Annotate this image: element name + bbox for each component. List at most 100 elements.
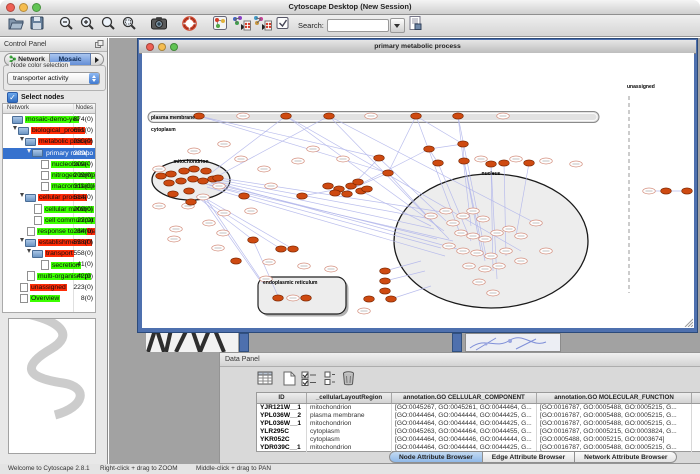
node[interactable] — [186, 199, 197, 205]
resize-grip-icon[interactable] — [683, 317, 693, 327]
minimize-icon[interactable] — [158, 43, 166, 51]
birds-eye-view[interactable] — [8, 318, 96, 454]
zoom-out-button[interactable] — [56, 16, 77, 36]
attribute-table-button[interactable] — [256, 369, 274, 387]
table-row-ypl036w__2[interactable]: YPL036W__2plasma membrane[GO:0044464, GO… — [257, 412, 700, 420]
background-window-edge[interactable] — [452, 333, 462, 352]
tree-row-biological-process[interactable]: biological_process651(0) — [3, 125, 95, 136]
node[interactable] — [661, 188, 672, 194]
zoom-in-button[interactable] — [77, 16, 98, 36]
table-row-ypl036w__1[interactable]: YPL036W__1mitochondrion[GO:0044464, GO:0… — [257, 420, 700, 428]
node[interactable] — [194, 113, 205, 119]
save-button[interactable] — [26, 16, 47, 36]
tree-row-primary-metabo[interactable]: primary metabo209(... — [3, 148, 95, 159]
node[interactable] — [323, 183, 334, 189]
node[interactable] — [380, 268, 391, 274]
node[interactable] — [459, 158, 470, 164]
table-row-ylr295c[interactable]: YLR295Ccytoplasm[GO:0045263, GO:0044464,… — [257, 428, 700, 436]
node[interactable] — [380, 278, 391, 284]
node[interactable] — [156, 173, 167, 179]
node[interactable] — [166, 171, 177, 177]
filter-button[interactable] — [272, 16, 293, 36]
node[interactable] — [362, 186, 373, 192]
node[interactable] — [301, 295, 312, 301]
tree-row-establishment-of-lo[interactable]: establishment of lo558(0) — [3, 237, 95, 248]
column-header[interactable]: annotation.GO MOLECULAR_FUNCTION — [537, 393, 692, 403]
unselect-attributes-button[interactable] — [321, 369, 339, 387]
tree-row-unassigned[interactable]: unassigned223(0) — [3, 282, 95, 293]
node[interactable] — [353, 179, 364, 185]
node[interactable] — [273, 295, 284, 301]
search-dropdown-button[interactable] — [390, 18, 405, 33]
table-row-ykr052c[interactable]: YKR052Ccytoplasm[GO:0044464, GO:0044446,… — [257, 436, 700, 444]
node[interactable] — [168, 191, 179, 197]
close-icon[interactable] — [146, 43, 154, 51]
attribute-table-header[interactable]: ID_cellularLayoutRegionannotation.GO CEL… — [257, 393, 700, 404]
node[interactable] — [164, 180, 175, 186]
float-panel-icon[interactable] — [95, 40, 104, 53]
zoom-window-icon[interactable] — [32, 3, 41, 12]
node[interactable] — [424, 146, 435, 152]
node[interactable] — [198, 178, 209, 184]
import-annotation-button[interactable] — [251, 16, 272, 36]
node[interactable] — [189, 166, 200, 172]
tree-row-multi-organism-pro[interactable]: multi-organism pro42(0) — [3, 271, 95, 282]
tree-row-macromolecule[interactable]: macromolecule311(0) — [3, 181, 95, 192]
search-input[interactable] — [327, 19, 389, 32]
tree-row-mosaic-demo-yeast[interactable]: mosaic-demo-yeast874(0) — [3, 114, 95, 125]
network-window-titlebar[interactable]: primary metabolic process — [139, 40, 696, 54]
node[interactable] — [188, 176, 199, 182]
import-network-button[interactable] — [230, 16, 251, 36]
expand-arrow-icon[interactable] — [27, 249, 31, 258]
tree-row-metabolic-process[interactable]: metabolic process280(0) — [3, 136, 95, 147]
node[interactable] — [458, 141, 469, 147]
tree-row-transport[interactable]: transport558(0) — [3, 248, 95, 259]
tree-row-cellular-metabol[interactable]: cellular metabol209(0) — [3, 204, 95, 215]
node[interactable] — [176, 178, 187, 184]
node[interactable] — [486, 161, 497, 167]
node[interactable] — [364, 296, 375, 302]
tree-row-secretion[interactable]: secretion41(0) — [3, 259, 95, 270]
zoom-selected-region-button[interactable] — [119, 16, 140, 36]
node[interactable] — [184, 188, 195, 194]
node[interactable] — [239, 193, 250, 199]
network-canvas[interactable]: plasma membranecytoplasmmitochondrionnuc… — [142, 53, 694, 328]
new-attribute-button[interactable] — [280, 369, 298, 387]
node[interactable] — [179, 168, 190, 174]
node[interactable] — [411, 113, 422, 119]
tab-edge-attribute-browser[interactable]: Edge Attribute Browser — [483, 451, 575, 463]
expand-arrow-icon[interactable] — [20, 238, 24, 247]
node[interactable] — [330, 190, 341, 196]
node[interactable] — [682, 188, 693, 194]
expand-arrow-icon[interactable] — [20, 193, 24, 202]
tree-row-cellular-process[interactable]: cellular process614(0) — [3, 192, 95, 203]
delete-attribute-button[interactable] — [339, 369, 357, 387]
node[interactable] — [383, 170, 394, 176]
node[interactable] — [453, 113, 464, 119]
background-window-preview[interactable] — [465, 333, 561, 352]
node[interactable] — [281, 113, 292, 119]
import-table-button[interactable] — [405, 16, 426, 36]
select-attributes-button[interactable] — [300, 369, 318, 387]
column-header[interactable]: annotation.GO CELLULAR_COMPONENT — [392, 393, 537, 403]
tree-row-nucleobase-[interactable]: nucleobase-209(0) — [3, 159, 95, 170]
column-header[interactable] — [692, 393, 700, 403]
open-file-button[interactable] — [5, 16, 26, 36]
node[interactable] — [433, 160, 444, 166]
help-button[interactable] — [179, 16, 200, 36]
expand-arrow-icon[interactable] — [20, 137, 24, 146]
node[interactable] — [499, 160, 510, 166]
window-titlebar[interactable]: Cytoscape Desktop (New Session) — [0, 0, 700, 15]
node[interactable] — [297, 193, 308, 199]
expand-arrow-icon[interactable] — [27, 149, 31, 158]
select-nodes-checkbox[interactable]: ✓ — [7, 92, 18, 103]
tree-row-nitrogen-compo[interactable]: nitrogen compo209(0) — [3, 170, 95, 181]
node[interactable] — [342, 191, 353, 197]
vizmapper-button[interactable] — [209, 16, 230, 36]
table-row-yjr121w__1[interactable]: YJR121W__1mitochondrion[GO:0045267, GO:0… — [257, 404, 700, 412]
node[interactable] — [380, 288, 391, 294]
node-color-combobox[interactable]: transporter activity — [7, 72, 100, 85]
minimize-icon[interactable] — [19, 3, 28, 12]
tree-row-overview[interactable]: Overview8(0) — [3, 293, 95, 304]
background-window-edge[interactable] — [239, 333, 249, 352]
